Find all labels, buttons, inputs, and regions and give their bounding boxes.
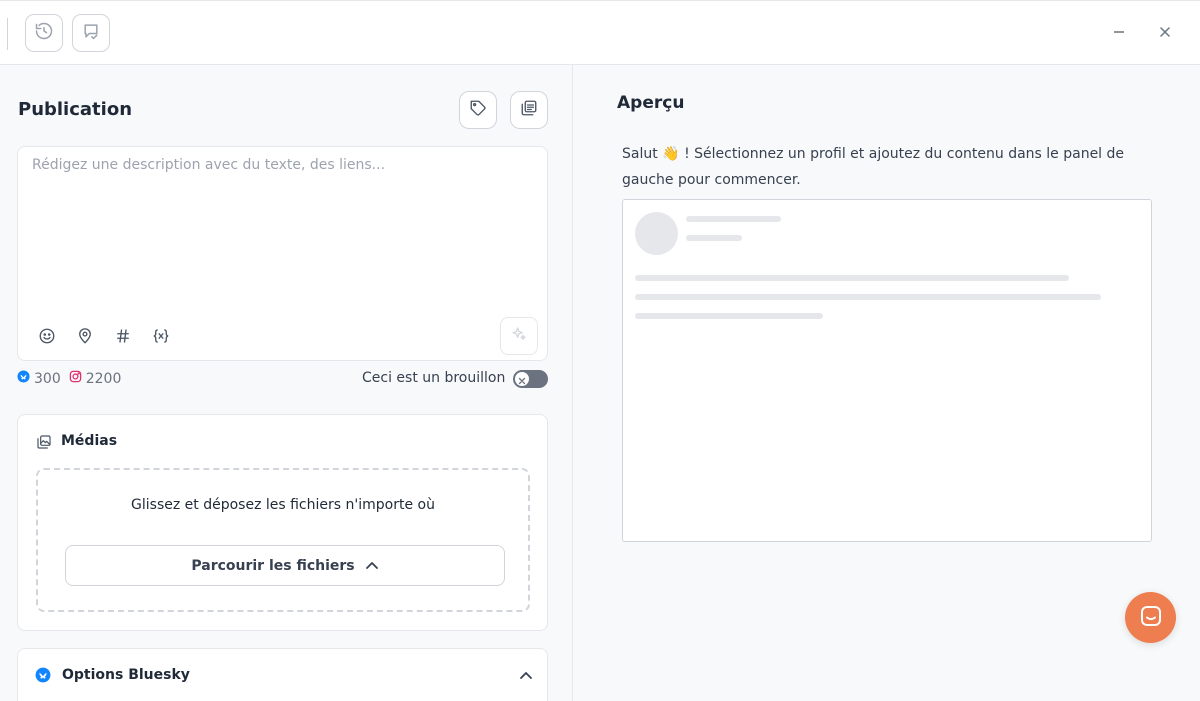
medias-card: Médias Glissez et déposez les fichiers n… — [17, 414, 548, 631]
browse-files-label: Parcourir les fichiers — [191, 557, 355, 574]
close-icon — [1158, 24, 1172, 43]
x-icon — [518, 370, 526, 389]
tags-button[interactable] — [459, 91, 497, 129]
minimize-button[interactable] — [1105, 19, 1133, 47]
top-toolbar — [0, 0, 1200, 65]
bluesky-options-title: Options Bluesky — [62, 667, 190, 683]
chat-launcher-button[interactable] — [1125, 592, 1176, 643]
skeleton-avatar — [635, 212, 678, 255]
skeleton-text-line — [635, 313, 823, 319]
history-button[interactable] — [25, 14, 63, 52]
bluesky-icon — [35, 667, 51, 687]
hashtag-icon — [114, 327, 132, 349]
preview-message-prefix: Salut — [622, 146, 658, 162]
emoji-icon — [38, 327, 56, 349]
draft-label: Ceci est un brouillon — [362, 370, 506, 386]
chevron-up-icon — [355, 558, 379, 574]
gallery-icon — [36, 434, 52, 454]
hashtag-button[interactable] — [112, 327, 134, 349]
description-input[interactable] — [18, 147, 547, 307]
emoji-button[interactable] — [36, 327, 58, 349]
publication-panel: Publication Rédigez une description avec… — [0, 65, 573, 701]
publication-title: Publication — [18, 99, 133, 120]
history-icon — [34, 21, 54, 45]
draft-toggle[interactable] — [513, 370, 548, 388]
skeleton-text-line — [635, 294, 1101, 300]
ai-assist-button[interactable] — [500, 317, 538, 355]
toolbar-divider — [7, 18, 8, 50]
bluesky-icon — [17, 370, 34, 387]
instagram-count-value: 2200 — [85, 370, 122, 387]
preview-message: Salut 👋 ! Sélectionnez un profil et ajou… — [622, 141, 1142, 193]
post-editor — [17, 146, 548, 361]
bluesky-count: 300 — [17, 370, 61, 387]
bluesky-options-card[interactable]: Options Bluesky — [17, 648, 548, 701]
wave-emoji: 👋 — [662, 146, 680, 162]
sparkles-icon — [511, 326, 527, 346]
browse-files-button[interactable]: Parcourir les fichiers — [65, 545, 505, 586]
close-button[interactable] — [1151, 19, 1179, 47]
toggle-knob — [515, 372, 529, 386]
character-counts: 300 2200 — [17, 370, 129, 387]
variable-icon — [152, 327, 170, 349]
comments-button[interactable] — [72, 14, 110, 52]
templates-icon — [520, 99, 538, 121]
dropzone-text: Glissez et déposez les fichiers n'import… — [131, 497, 435, 513]
preview-panel: Aperçu Salut 👋 ! Sélectionnez un profil … — [573, 65, 1200, 701]
variable-button[interactable] — [150, 327, 172, 349]
tag-icon — [469, 99, 487, 121]
preview-post-skeleton — [622, 199, 1152, 542]
minimize-icon — [1112, 24, 1126, 43]
instagram-icon — [69, 370, 86, 387]
skeleton-name-line — [686, 216, 781, 222]
preview-title: Aperçu — [617, 93, 685, 113]
skeleton-handle-line — [686, 235, 742, 241]
instagram-count: 2200 — [69, 370, 122, 387]
preview-message-suffix: ! Sélectionnez un profil et ajoutez du c… — [622, 146, 1125, 188]
bluesky-count-value: 300 — [34, 370, 61, 387]
media-dropzone[interactable]: Glissez et déposez les fichiers n'import… — [36, 468, 530, 612]
medias-title: Médias — [61, 433, 118, 449]
location-button[interactable] — [74, 327, 96, 349]
comment-check-icon — [81, 21, 101, 45]
skeleton-text-line — [635, 275, 1069, 281]
chat-icon — [1139, 604, 1163, 632]
location-icon — [76, 327, 94, 349]
templates-button[interactable] — [510, 91, 548, 129]
chevron-up-icon[interactable] — [519, 665, 533, 684]
